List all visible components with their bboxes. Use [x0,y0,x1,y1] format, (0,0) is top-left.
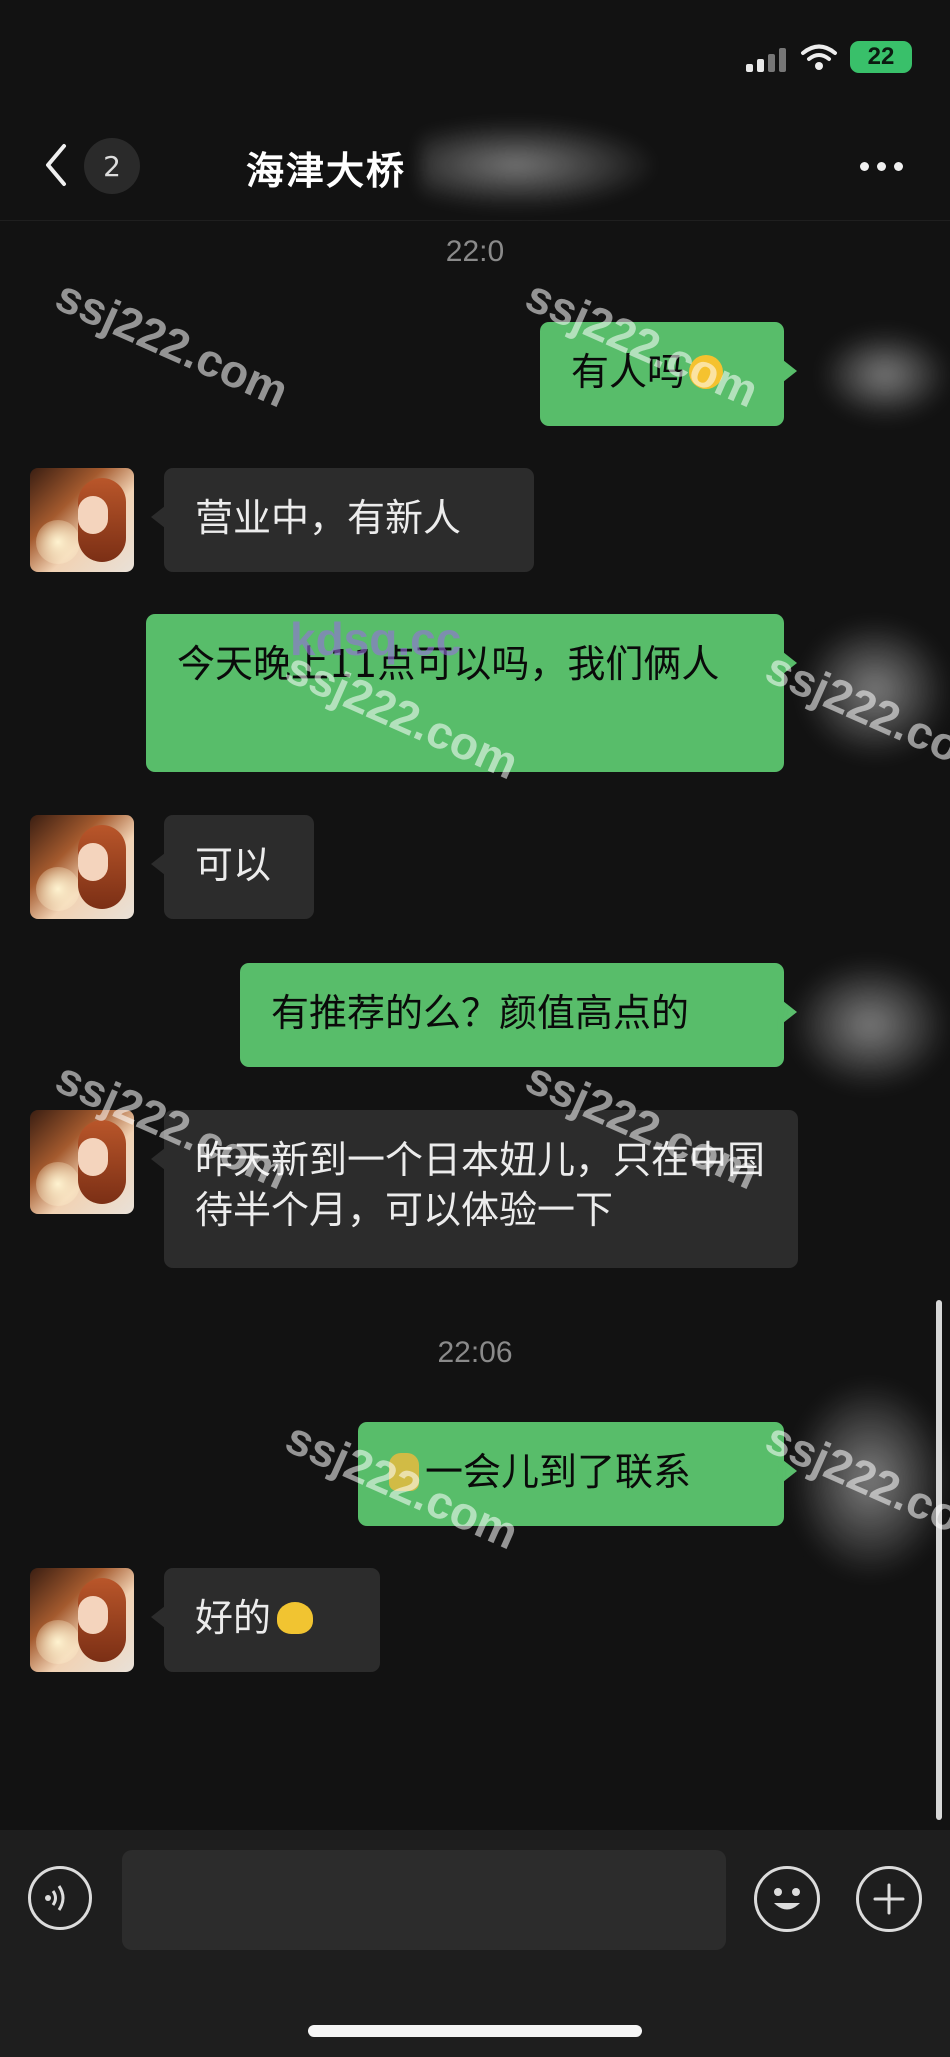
chat-title: 海津大桥 [246,149,407,193]
back-icon[interactable] [40,140,70,190]
battery-indicator: 22 [850,41,912,73]
smile-emoji-icon [689,354,724,389]
message-text: 有人吗 [571,350,686,394]
voice-icon[interactable] [28,1866,92,1930]
title-redaction [420,120,660,210]
scrollbar[interactable] [936,1300,942,1820]
message-bubble-outgoing[interactable]: 今天晚上11点可以吗，我们俩人 [146,614,797,772]
message-bubble-incoming[interactable]: 好的 [151,1568,380,1672]
unread-count-badge[interactable]: 2 [84,138,140,194]
hand-emoji-icon [389,1452,419,1491]
message-text: 一会儿到了联系 [425,1450,692,1494]
wifi-icon [801,44,837,70]
emoji-icon[interactable] [754,1866,820,1932]
smoke-decoration [820,330,950,420]
smoke-decoration [800,620,950,760]
avatar[interactable] [30,1110,134,1214]
message-timestamp: 22:06 [437,1336,513,1369]
avatar[interactable] [30,1568,134,1672]
signal-icon [746,46,790,72]
message-bubble-incoming[interactable]: 可以 [151,815,314,919]
home-indicator[interactable] [308,2025,642,2037]
message-bubble-incoming[interactable]: 营业中，有新人 [151,468,534,572]
smoke-decoration [790,960,950,1090]
message-text: 今天晚上11点可以吗，我们俩人 [177,642,720,686]
message-text: 可以 [195,843,272,887]
avatar[interactable] [30,815,134,919]
message-bubble-outgoing[interactable]: 有人吗 [540,322,797,426]
message-text: 有推荐的么？颜值高点的 [271,991,690,1035]
message-text: 好的 [195,1596,272,1640]
duck-emoji-icon [277,1601,314,1634]
more-icon[interactable] [860,156,910,176]
status-bar: 22 [0,0,950,110]
avatar[interactable] [30,468,134,572]
message-bubble-outgoing[interactable]: 一会儿到了联系 [358,1422,797,1526]
smoke-decoration [790,1380,950,1580]
message-text: 昨天新到一个日本妞儿，只在中国待半个月，可以体验一下 [195,1138,766,1232]
message-timestamp: 22:0 [445,235,505,268]
plus-icon[interactable] [856,1866,922,1932]
message-text: 营业中，有新人 [195,496,462,540]
watermark: ssj222.com [48,268,297,418]
battery-level: 22 [867,43,895,70]
message-bubble-outgoing[interactable]: 有推荐的么？颜值高点的 [240,963,797,1067]
message-input[interactable] [122,1850,726,1950]
message-bubble-incoming[interactable]: 昨天新到一个日本妞儿，只在中国待半个月，可以体验一下 [151,1110,798,1268]
